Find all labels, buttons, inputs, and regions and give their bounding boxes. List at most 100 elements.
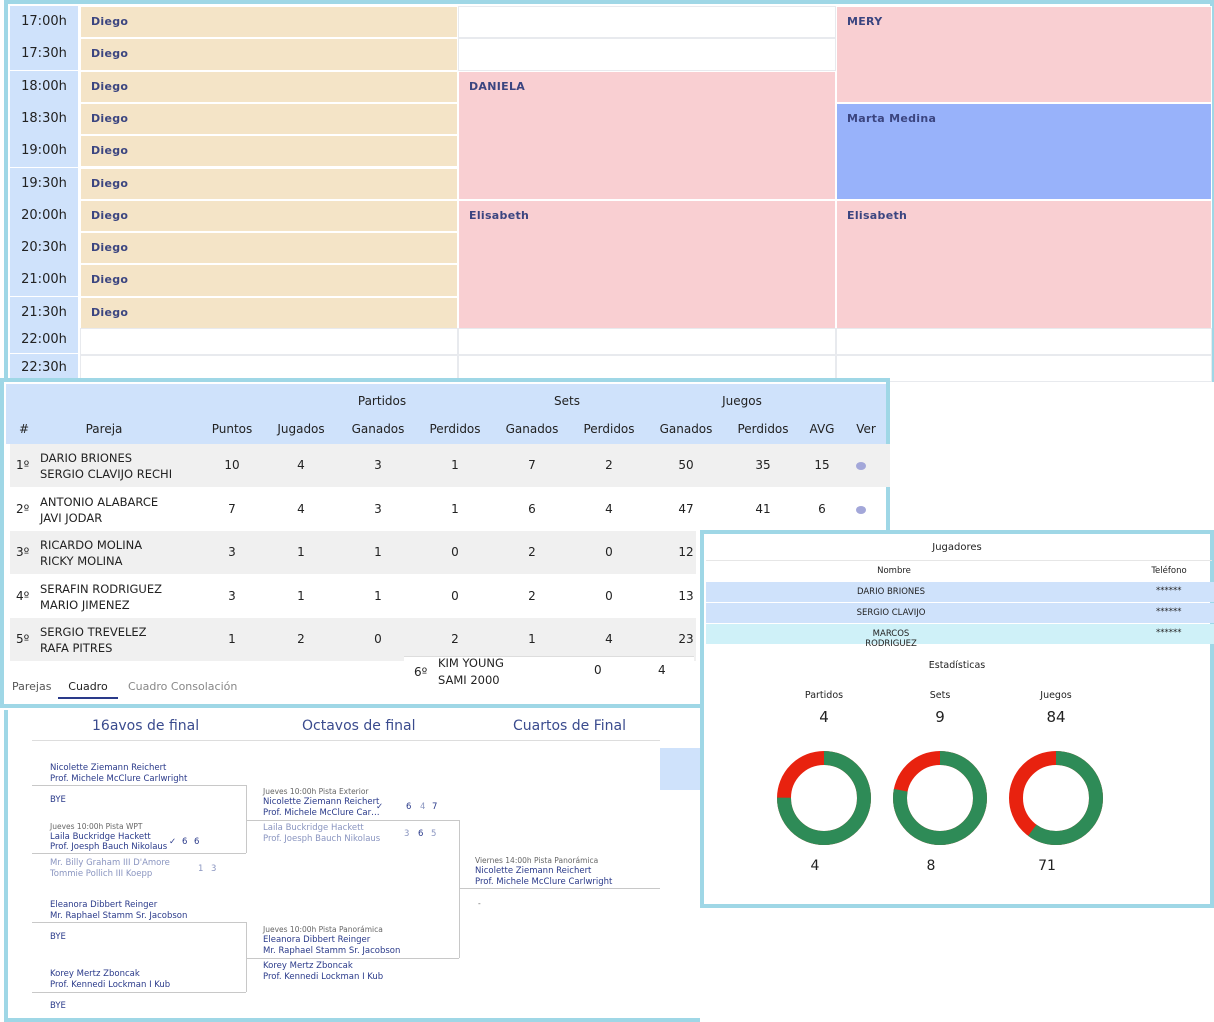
score[interactable]: 5 [431, 829, 436, 840]
bracket-player[interactable]: Prof. Kennedi Lockman I Kub [263, 972, 383, 983]
booking-cell[interactable]: Elisabeth [458, 199, 836, 329]
booking-cell[interactable]: Diego [80, 167, 458, 200]
view-icon[interactable] [856, 505, 866, 514]
player-row[interactable]: DARIO BRIONES ****** [706, 582, 1214, 602]
player-row[interactable]: MARCOS RODRIGUEZ ****** [706, 624, 1214, 649]
booking-cell[interactable]: MERY [836, 6, 1212, 103]
pair-names: ANTONIO ALABARCE JAVI JODAR [40, 494, 158, 526]
booking-cell[interactable]: Diego [80, 102, 458, 136]
match-info[interactable]: Viernes 14:00h Pista Panorámica [475, 855, 598, 866]
player-phone: ****** [1156, 607, 1182, 617]
booking-cell[interactable]: Marta Medina [836, 102, 1212, 200]
empty-slot[interactable] [458, 328, 836, 355]
score[interactable]: 6 [406, 802, 411, 813]
empty-slot[interactable] [458, 38, 836, 71]
col-header[interactable]: Ganados [348, 422, 408, 436]
bracket-player[interactable]: Prof. Joesph Bauch Nikolaus [263, 834, 380, 845]
bracket-player[interactable]: Mr. Billy Graham III D'Amore [50, 858, 170, 869]
col-header[interactable]: Ganados [502, 422, 562, 436]
table-row[interactable]: 4º SERAFIN RODRIGUEZ MARIO JIMENEZ 3 1 1 0 2 0 13 [10, 575, 696, 618]
score[interactable]: 3 [211, 864, 216, 875]
booking-cell[interactable]: Diego [80, 199, 458, 233]
bracket-player[interactable]: Nicolette Ziemann Reichert [50, 763, 166, 774]
col-header[interactable]: Perdidos [425, 422, 485, 436]
tab-parejas[interactable]: Parejas [12, 680, 51, 693]
empty-slot[interactable] [80, 328, 458, 355]
score[interactable]: 7 [432, 802, 437, 813]
score[interactable]: 6 [194, 837, 199, 848]
booking-cell[interactable]: Diego [80, 264, 458, 297]
bracket-player[interactable]: Prof. Kennedi Lockman I Kub [50, 980, 170, 991]
booking-cell[interactable]: Diego [80, 135, 458, 168]
player-name: SERGIO TREVELEZ [40, 625, 147, 639]
booking-cell[interactable]: Elisabeth [836, 199, 1212, 329]
stat-donut [777, 751, 871, 845]
bracket-player[interactable]: - [478, 898, 481, 909]
table-row[interactable]: 2º ANTONIO ALABARCE JAVI JODAR 7 4 3 1 6 4 47 41 6 [10, 488, 890, 531]
player-name: RICARDO MOLINA [40, 538, 143, 552]
col-header[interactable]: Ver [851, 422, 881, 436]
bracket-player[interactable]: Prof. Michele McClure Carlwright [475, 877, 612, 888]
col-header[interactable]: Ganados [656, 422, 716, 436]
col-header[interactable]: Jugados [271, 422, 331, 436]
stat-won: 4 [810, 858, 820, 874]
stat-value: 41 [755, 501, 771, 516]
booking-cell[interactable]: DANIELA [458, 70, 836, 200]
match-info[interactable]: Jueves 10:00h Pista Exterior [263, 786, 369, 797]
table-row[interactable]: 5º SERGIO TREVELEZ RAFA PITRES 1 2 0 2 1 4 23 [10, 618, 696, 661]
bracket-player[interactable]: Eleanora Dibbert Reinger [50, 900, 157, 911]
pair-names: SERAFIN RODRIGUEZ MARIO JIMENEZ [40, 581, 162, 613]
bracket-player[interactable]: Mr. Raphael Stamm Sr. Jacobson [50, 911, 187, 922]
stat-value: 2 [451, 632, 459, 646]
bracket-player[interactable]: Tommie Pollich III Koepp [50, 869, 152, 880]
table-row[interactable]: 1º DARIO BRIONES SERGIO CLAVIJO RECHI 10 4 3 1… [10, 444, 890, 487]
stat-value: 1 [374, 588, 382, 603]
bracket-player[interactable]: Nicolette Ziemann Reichert [475, 866, 591, 877]
col-header[interactable]: # [14, 422, 34, 436]
col-header[interactable]: Puntos [207, 422, 257, 436]
empty-slot[interactable] [836, 328, 1212, 355]
match-info[interactable]: Jueves 10:00h Pista WPT [50, 821, 142, 832]
bracket-player[interactable]: Prof. Joesph Bauch Nikolaus [50, 842, 167, 853]
bracket-line [32, 992, 246, 993]
player-row[interactable]: SERGIO CLAVIJO ****** [706, 603, 1214, 623]
col-header[interactable]: AVG [807, 422, 837, 436]
col-header[interactable]: Perdidos [579, 422, 639, 436]
bracket-player[interactable]: Korey Mertz Zboncak [50, 969, 140, 980]
bracket-player[interactable]: Nicolette Ziemann Reichert [263, 797, 379, 808]
partial-val-0: 0 [594, 663, 602, 677]
time-slot: 19:00h [10, 135, 78, 168]
player-name: MARIO JIMENEZ [40, 597, 130, 612]
booking-cell[interactable]: Diego [80, 296, 458, 329]
booking-cell[interactable]: Diego [80, 38, 458, 71]
bracket-player[interactable]: Korey Mertz Zboncak [263, 961, 353, 972]
bracket-player[interactable]: Laila Buckridge Hackett [263, 823, 364, 834]
bracket-player[interactable]: BYE [50, 932, 66, 943]
empty-slot[interactable] [836, 355, 1212, 382]
booking-cell[interactable]: Diego [80, 70, 458, 103]
col-header[interactable]: Perdidos [733, 422, 793, 436]
bracket-player[interactable]: BYE [50, 1001, 66, 1012]
tab-cuadro[interactable]: Cuadro [58, 680, 118, 699]
bracket-player[interactable]: Prof. Michele McClure Carlwright [50, 774, 187, 785]
score[interactable]: 6 [418, 829, 423, 840]
stat-value: 15 [814, 458, 830, 472]
tab-cuadro-consolacion[interactable]: Cuadro Consolación [128, 680, 237, 693]
bracket-player[interactable]: Mr. Raphael Stamm Sr. Jacobson [263, 946, 400, 957]
score[interactable]: 3 [404, 829, 409, 840]
booking-cell[interactable]: Diego [80, 6, 458, 39]
score[interactable]: 1 [198, 864, 203, 875]
view-icon[interactable] [856, 462, 866, 470]
time-slot: 18:30h [10, 102, 78, 135]
booking-cell[interactable]: Diego [80, 232, 458, 265]
bracket-player[interactable]: BYE [50, 795, 66, 806]
bracket-player[interactable]: Prof. Michele McClure Car… [263, 808, 380, 819]
match-info[interactable]: Jueves 10:00h Pista Panorámica [263, 924, 383, 935]
bracket-player[interactable]: Eleanora Dibbert Reinger [263, 935, 370, 946]
empty-slot[interactable] [458, 6, 836, 39]
col-header[interactable]: Pareja [64, 422, 144, 436]
score[interactable]: 4 [420, 802, 425, 813]
player-phone: ****** [1156, 628, 1182, 638]
score[interactable]: 6 [182, 837, 187, 848]
table-row[interactable]: 3º RICARDO MOLINA RICKY MOLINA 3 1 1 0 2 0 12 [10, 531, 696, 574]
